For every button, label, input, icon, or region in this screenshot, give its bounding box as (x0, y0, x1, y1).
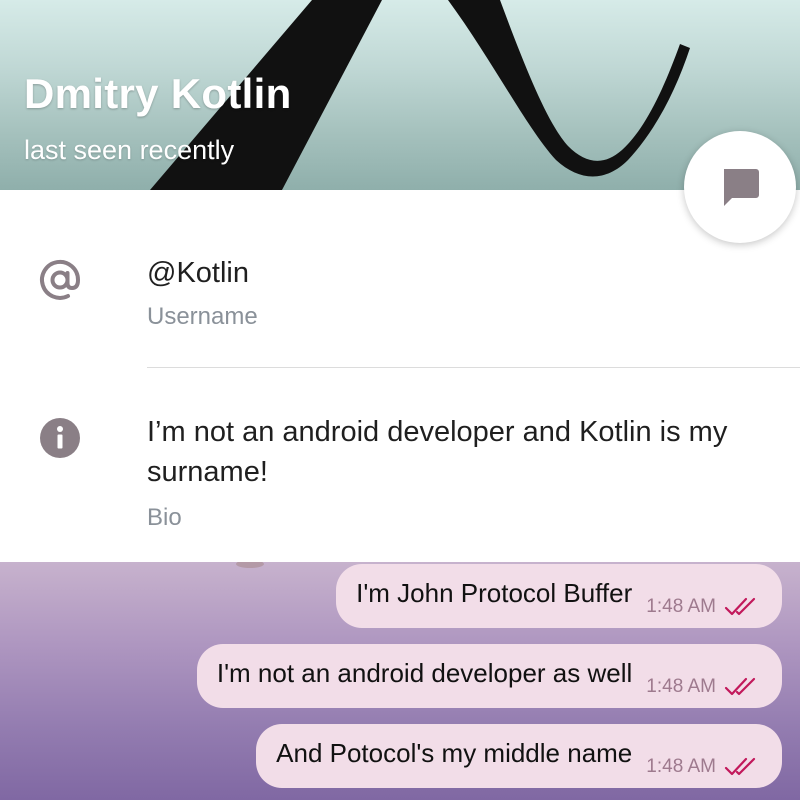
message-bubble[interactable]: And Potocol's my middle name 1:48 AM (256, 724, 782, 788)
message-time: 1:48 AM (646, 756, 716, 777)
send-message-button[interactable] (684, 131, 796, 243)
message-text: I'm not an android developer as well (216, 657, 633, 688)
profile-info-card: @Kotlin Username I’m not an android deve… (0, 190, 800, 562)
chat-bubble-icon (724, 169, 759, 206)
double-check-icon (724, 757, 756, 777)
last-seen-status: last seen recently (24, 135, 235, 165)
divider (147, 367, 800, 368)
message-text: I'm John Protocol Buffer (356, 577, 633, 608)
message-bubble[interactable]: I'm John Protocol Buffer 1:48 AM (336, 564, 782, 628)
username-value: @Kotlin (147, 257, 249, 289)
contact-name: Dmitry Kotlin (24, 70, 292, 117)
profile-header: Dmitry Kotlin last seen recently (0, 0, 800, 190)
username-label: Username (147, 303, 258, 330)
double-check-icon (724, 677, 756, 697)
bio-label: Bio (147, 504, 182, 531)
double-check-icon (724, 597, 756, 617)
message-time: 1:48 AM (646, 596, 716, 617)
background-speck (236, 562, 264, 568)
info-icon (40, 418, 80, 458)
chat-background: I'm John Protocol Buffer 1:48 AM I'm not… (0, 562, 800, 800)
message-time: 1:48 AM (646, 676, 716, 697)
bio-line-2: surname! (147, 456, 268, 488)
at-sign-icon (40, 259, 81, 300)
bio-line-1: I’m not an android developer and Kotlin … (147, 416, 728, 448)
message-bubble[interactable]: I'm not an android developer as well 1:4… (196, 644, 782, 708)
message-text: And Potocol's my middle name (276, 737, 633, 768)
